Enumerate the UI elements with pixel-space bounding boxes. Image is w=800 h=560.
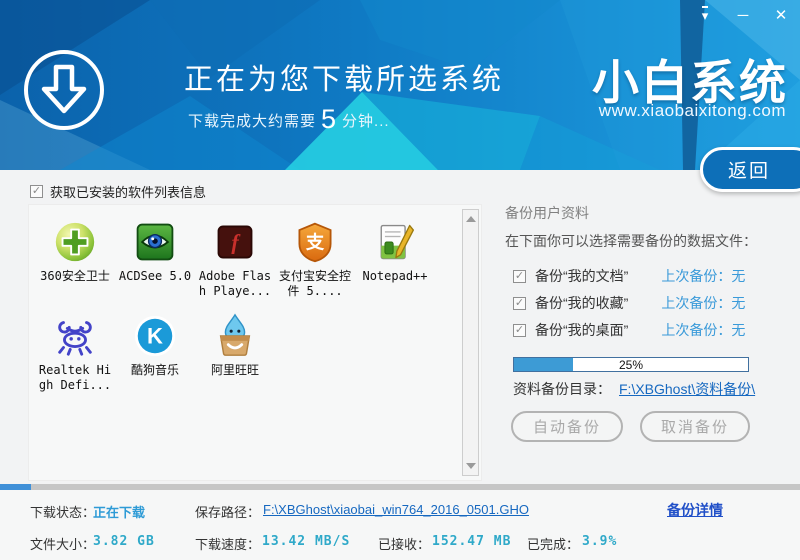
app-label: Notepad++ — [362, 269, 428, 283]
backup-documents-checkbox[interactable] — [513, 269, 526, 283]
app-item-realtek[interactable]: Realtek High Defi... — [35, 311, 115, 393]
backup-item-documents[interactable]: 备份“我的文档” 上次备份：无 — [513, 266, 745, 286]
backup-item-favorites[interactable]: 备份“我的收藏” 上次备份：无 — [513, 293, 745, 313]
window-controls: ▾ ─ ✕ — [694, 6, 792, 26]
completed-value: 3.9% — [582, 534, 618, 549]
close-icon[interactable]: ✕ — [770, 6, 792, 26]
download-eta-text: 下载完成大约需要 5 分钟... — [188, 102, 390, 134]
eta-suffix: 分钟... — [342, 113, 390, 130]
backup-progress-bar: 25% — [513, 357, 749, 372]
back-button[interactable]: 返回 — [700, 147, 800, 192]
cancel-backup-button[interactable]: 取消备份 — [640, 411, 750, 442]
app-item-360-safety[interactable]: 360安全卫士 — [35, 217, 115, 299]
scroll-down-icon[interactable] — [466, 463, 476, 469]
app-item-flash[interactable]: f Adobe Flash Playe... — [195, 217, 275, 299]
get-installed-software-checkbox-row[interactable]: 获取已安装的软件列表信息 — [30, 182, 206, 201]
header: ▾ ─ ✕ 正在为您下载所选系统 下载完成大约需要 5 分钟... 小白系统 www… — [0, 0, 800, 170]
flash-player-icon: f — [195, 217, 275, 267]
app-item-notepadpp[interactable]: Notepad++ — [355, 217, 435, 299]
app-item-aliwangwang[interactable]: 阿里旺旺 — [195, 311, 275, 393]
backup-desktop-checkbox[interactable] — [513, 323, 526, 337]
last-backup-status: 上次备份：无 — [661, 268, 746, 284]
app-label: Adobe Flash Playe... — [198, 269, 272, 298]
received-value: 152.47 MB — [432, 534, 512, 549]
completed-label: 已完成： — [527, 537, 580, 552]
backup-directory-label: 资料备份目录： — [513, 381, 611, 397]
app-label: 阿里旺旺 — [210, 363, 259, 377]
download-speed-label: 下载速度： — [195, 537, 261, 552]
download-speed-value: 13.42 MB/S — [262, 534, 351, 549]
save-path-label: 保存路径： — [195, 505, 261, 520]
backup-item-label: 备份“我的桌面” — [535, 322, 629, 338]
svg-text:支: 支 — [305, 231, 325, 252]
aliwangwang-icon — [195, 311, 275, 361]
minimize-icon[interactable]: ─ — [732, 6, 754, 26]
backup-details-link[interactable]: 备份详情 — [667, 500, 723, 520]
app-label: Realtek High Defi... — [38, 363, 112, 392]
app-grid: 360安全卫士 ACDSee 5.0 f Adobe Flash Playe..… — [29, 205, 481, 405]
download-status-label: 下载状态： — [30, 505, 96, 520]
brand-website: www.xiaobaixitong.com — [598, 101, 786, 120]
app-label: 酷狗音乐 — [130, 363, 179, 377]
eta-prefix: 下载完成大约需要 — [188, 113, 317, 130]
backup-favorites-checkbox[interactable] — [513, 296, 526, 310]
get-installed-checkbox[interactable] — [30, 185, 43, 198]
app-label: 360安全卫士 — [40, 269, 110, 283]
eta-minutes: 5 — [321, 104, 338, 134]
kugou-music-icon: K — [115, 311, 195, 361]
file-size-value: 3.82 GB — [93, 534, 155, 549]
download-circle-icon — [22, 48, 106, 137]
alipay-shield-icon: 支 — [275, 217, 355, 267]
backup-directory-row: 资料备份目录： F:\XBGhost\资料备份\ — [513, 379, 755, 399]
notepad-plus-plus-icon — [355, 217, 435, 267]
get-installed-label: 获取已安装的软件列表信息 — [50, 185, 207, 200]
app-item-kugou[interactable]: K 酷狗音乐 — [115, 311, 195, 393]
file-size-label: 文件大小： — [30, 537, 96, 552]
app-item-alipay[interactable]: 支 支付宝安全控件 5.... — [275, 217, 355, 299]
app-window: ▾ ─ ✕ 正在为您下载所选系统 下载完成大约需要 5 分钟... 小白系统 www… — [0, 0, 800, 560]
scroll-up-icon[interactable] — [466, 216, 476, 222]
last-backup-status: 上次备份：无 — [661, 295, 746, 311]
app-label: 支付宝安全控件 5.... — [278, 269, 351, 298]
received-label: 已接收： — [378, 537, 431, 552]
save-path-link[interactable]: F:\XBGhost\xiaobai_win764_2016_0501.GHO — [263, 502, 529, 517]
backup-panel-subtitle: 在下面你可以选择需要备份的数据文件： — [505, 233, 757, 249]
status-bar: 下载状态： 正在下载 保存路径： F:\XBGhost\xiaobai_win7… — [0, 490, 800, 560]
backup-item-label: 备份“我的文档” — [535, 268, 629, 284]
app-item-acdsee[interactable]: ACDSee 5.0 — [115, 217, 195, 299]
installed-software-panel: 360安全卫士 ACDSee 5.0 f Adobe Flash Playe..… — [28, 204, 482, 481]
page-title: 正在为您下载所选系统 — [184, 64, 505, 96]
app-label: ACDSee 5.0 — [118, 269, 192, 283]
backup-panel-title: 备份用户资料 — [505, 205, 589, 221]
backup-item-desktop[interactable]: 备份“我的桌面” 上次备份：无 — [513, 320, 745, 340]
360-safety-icon — [35, 217, 115, 267]
auto-backup-button[interactable]: 自动备份 — [511, 411, 623, 442]
svg-text:K: K — [147, 324, 163, 349]
software-list-scrollbar[interactable] — [462, 209, 479, 476]
realtek-crab-icon — [35, 311, 115, 361]
acdsee-icon — [115, 217, 195, 267]
backup-directory-link[interactable]: F:\XBGhost\资料备份\ — [619, 381, 755, 397]
menu-collapse-icon[interactable]: ▾ — [694, 6, 716, 26]
download-status-value: 正在下载 — [93, 505, 146, 520]
backup-progress-label: 25% — [618, 358, 644, 372]
backup-item-label: 备份“我的收藏” — [535, 295, 629, 311]
last-backup-status: 上次备份：无 — [661, 322, 746, 338]
